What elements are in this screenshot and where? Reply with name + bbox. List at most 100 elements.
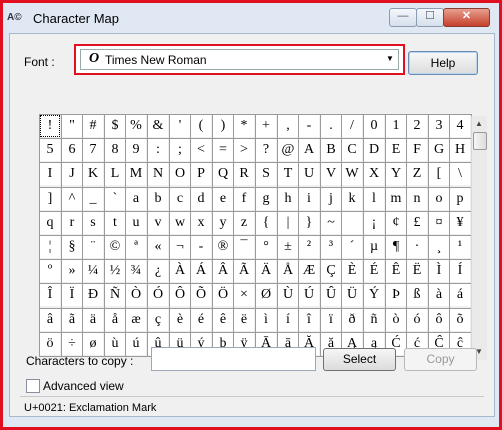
advanced-view-checkbox[interactable] (26, 379, 40, 393)
character-cell[interactable]: Ø (256, 284, 276, 306)
character-cell[interactable]: 7 (83, 139, 103, 161)
character-cell[interactable]: W (342, 163, 362, 185)
character-cell[interactable]: [ (429, 163, 449, 185)
character-cell[interactable]: : (148, 139, 168, 161)
character-cell[interactable]: i (299, 188, 319, 210)
character-cell[interactable]: 1 (386, 115, 406, 137)
copy-button[interactable]: Copy (404, 348, 477, 371)
character-cell[interactable]: # (83, 115, 103, 137)
character-cell[interactable]: ß (407, 284, 427, 306)
character-cell[interactable]: M (126, 163, 146, 185)
character-cell[interactable]: v (148, 212, 168, 234)
character-cell[interactable]: J (62, 163, 82, 185)
character-cell[interactable]: + (256, 115, 276, 137)
character-cell[interactable]: È (342, 260, 362, 282)
character-cell[interactable]: l (364, 188, 384, 210)
character-cell[interactable]: Æ (299, 260, 319, 282)
character-cell[interactable]: ç (148, 309, 168, 331)
character-cell[interactable]: ¢ (386, 212, 406, 234)
character-cell[interactable]: q (40, 212, 60, 234)
character-cell[interactable]: ´ (342, 236, 362, 258)
character-cell[interactable]: ¾ (126, 260, 146, 282)
character-cell[interactable]: / (342, 115, 362, 137)
character-cell[interactable]: X (364, 163, 384, 185)
character-cell[interactable]: ø (83, 333, 103, 355)
character-cell[interactable]: Q (213, 163, 233, 185)
character-cell[interactable]: ( (191, 115, 211, 137)
character-cell[interactable]: Ä (256, 260, 276, 282)
character-cell[interactable]: Ê (386, 260, 406, 282)
character-cell[interactable]: õ (450, 309, 470, 331)
character-cell[interactable]: § (62, 236, 82, 258)
character-cell[interactable]: , (278, 115, 298, 137)
character-cell[interactable]: ) (213, 115, 233, 137)
character-cell[interactable]: z (234, 212, 254, 234)
character-cell[interactable]: - (191, 236, 211, 258)
character-cell[interactable]: í (278, 309, 298, 331)
character-cell[interactable]: ± (278, 236, 298, 258)
character-cell[interactable]: F (407, 139, 427, 161)
character-cell[interactable]: é (191, 309, 211, 331)
character-cell[interactable]: ó (407, 309, 427, 331)
character-cell[interactable]: ° (256, 236, 276, 258)
character-cell[interactable]: Þ (386, 284, 406, 306)
character-cell[interactable]: u (126, 212, 146, 234)
character-cell[interactable]: x (191, 212, 211, 234)
character-cell[interactable]: ! (40, 115, 60, 137)
character-cell[interactable]: ¿ (148, 260, 168, 282)
character-cell[interactable]: ~ (321, 212, 341, 234)
character-cell[interactable]: Ï (62, 284, 82, 306)
character-cell[interactable]: > (234, 139, 254, 161)
grid-scrollbar[interactable]: ▲ ▼ (471, 116, 487, 360)
character-cell[interactable]: ¡ (364, 212, 384, 234)
character-cell[interactable]: } (299, 212, 319, 234)
character-cell[interactable]: w (170, 212, 190, 234)
chevron-down-icon[interactable]: ▼ (386, 54, 394, 63)
character-cell[interactable]: è (170, 309, 190, 331)
character-cell[interactable]: Ì (429, 260, 449, 282)
character-cell[interactable]: t (105, 212, 125, 234)
character-cell[interactable]: µ (364, 236, 384, 258)
character-cell[interactable]: ñ (364, 309, 384, 331)
character-cell[interactable]: ù (105, 333, 125, 355)
character-cell[interactable]: y (213, 212, 233, 234)
help-button[interactable]: Help (408, 51, 478, 75)
character-cell[interactable]: 8 (105, 139, 125, 161)
character-cell[interactable]: » (62, 260, 82, 282)
character-cell[interactable]: { (256, 212, 276, 234)
character-cell[interactable]: Ù (278, 284, 298, 306)
character-cell[interactable]: L (105, 163, 125, 185)
character-cell[interactable]: - (299, 115, 319, 137)
character-cell[interactable]: Ð (83, 284, 103, 306)
character-cell[interactable]: Ú (299, 284, 319, 306)
character-cell[interactable]: ò (386, 309, 406, 331)
character-cell[interactable]: ¦ (40, 236, 60, 258)
character-cell[interactable]: k (342, 188, 362, 210)
character-cell[interactable]: Z (407, 163, 427, 185)
character-cell[interactable]: Y (386, 163, 406, 185)
character-cell[interactable]: & (148, 115, 168, 137)
character-cell[interactable]: \ (450, 163, 470, 185)
character-cell[interactable]: á (450, 284, 470, 306)
character-cell[interactable]: º (40, 260, 60, 282)
character-cell[interactable]: Î (40, 284, 60, 306)
select-button[interactable]: Select (323, 348, 396, 371)
character-cell[interactable]: Ë (407, 260, 427, 282)
character-cell[interactable]: ¤ (429, 212, 449, 234)
character-cell[interactable]: 5 (40, 139, 60, 161)
character-cell[interactable]: ú (126, 333, 146, 355)
character-cell[interactable]: Ñ (105, 284, 125, 306)
character-cell[interactable]: 2 (407, 115, 427, 137)
character-cell[interactable]: ] (40, 188, 60, 210)
character-cell[interactable]: æ (126, 309, 146, 331)
character-cell[interactable]: Ã (234, 260, 254, 282)
character-cell[interactable]: Á (191, 260, 211, 282)
minimize-button[interactable]: — (389, 8, 417, 27)
character-cell[interactable]: à (429, 284, 449, 306)
character-cell[interactable]: ¶ (386, 236, 406, 258)
character-cell[interactable]: g (256, 188, 276, 210)
character-cell[interactable]: â (40, 309, 60, 331)
character-cell[interactable]: < (191, 139, 211, 161)
character-cell[interactable]: * (234, 115, 254, 137)
character-cell[interactable]: Â (213, 260, 233, 282)
